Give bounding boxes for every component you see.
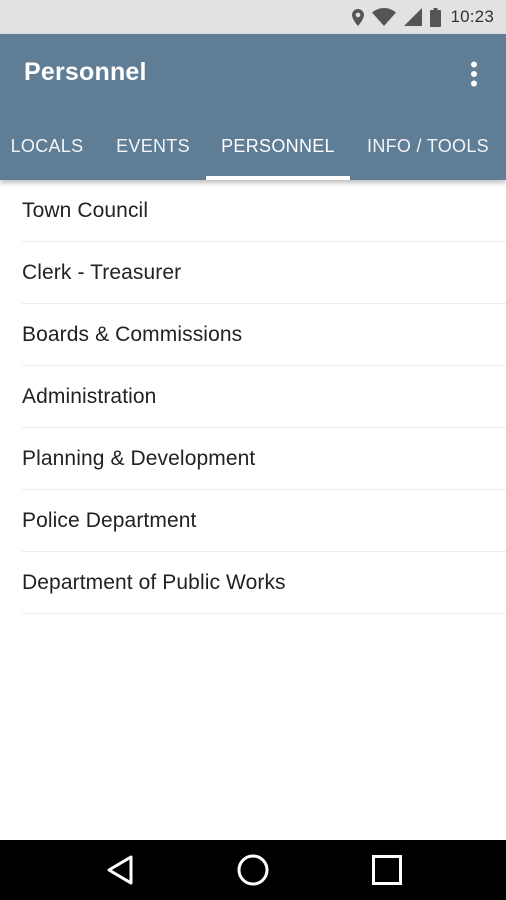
list-item-label: Planning & Development [22, 446, 256, 470]
list-item-clerk-treasurer[interactable]: Clerk - Treasurer [22, 242, 506, 304]
tab-personnel[interactable]: PERSONNEL [206, 126, 350, 180]
page-title: Personnel [24, 58, 147, 86]
screen: 10:23 Personnel LOCALS EVENTS PERSONNEL … [0, 0, 506, 900]
overflow-menu-button[interactable] [456, 54, 492, 94]
tab-label: PERSONNEL [221, 136, 335, 156]
back-button[interactable] [92, 850, 148, 890]
list-item-label: Administration [22, 384, 157, 408]
tab-label: EVENTS [116, 136, 190, 156]
list-item-planning-development[interactable]: Planning & Development [22, 428, 506, 490]
signal-icon [404, 8, 423, 26]
recents-icon [372, 855, 402, 885]
tab-selected-indicator [206, 176, 350, 180]
list-item-label: Police Department [22, 508, 197, 532]
list-item-label: Town Council [22, 198, 149, 222]
tab-label: INFO / TOOLS [367, 136, 489, 156]
list-item-public-works[interactable]: Department of Public Works [22, 552, 506, 614]
home-icon [237, 854, 269, 886]
tab-bar: LOCALS EVENTS PERSONNEL INFO / TOOLS [0, 126, 506, 180]
list-item-boards-commissions[interactable]: Boards & Commissions [22, 304, 506, 366]
list-item-label: Clerk - Treasurer [22, 260, 182, 284]
location-icon [352, 8, 365, 26]
wifi-icon [372, 8, 397, 26]
personnel-list: Town Council Clerk - Treasurer Boards & … [0, 180, 506, 614]
status-bar: 10:23 [0, 0, 506, 34]
app-bar: Personnel LOCALS EVENTS PERSONNEL INFO /… [0, 34, 506, 180]
back-icon [107, 855, 133, 885]
tab-locals[interactable]: LOCALS [0, 126, 94, 180]
status-time: 10:23 [450, 7, 494, 26]
tab-label: LOCALS [10, 136, 84, 156]
list-item-label: Department of Public Works [22, 570, 286, 594]
navigation-bar [0, 840, 506, 900]
home-button[interactable] [225, 850, 281, 890]
list-item-police-department[interactable]: Police Department [22, 490, 506, 552]
list-item-administration[interactable]: Administration [22, 366, 506, 428]
recents-button[interactable] [359, 850, 415, 890]
more-vert-icon [471, 61, 477, 87]
list-item-label: Boards & Commissions [22, 322, 243, 346]
tab-events[interactable]: EVENTS [106, 126, 200, 180]
battery-icon [430, 7, 442, 27]
tab-info-tools[interactable]: INFO / TOOLS [356, 126, 500, 180]
list-item-town-council[interactable]: Town Council [22, 180, 506, 242]
